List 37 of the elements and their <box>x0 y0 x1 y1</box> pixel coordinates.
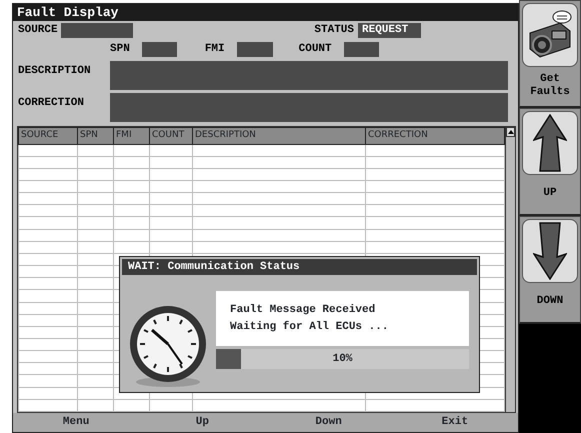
status-field[interactable]: REQUEST <box>358 23 421 38</box>
correction-label: CORRECTION <box>18 96 86 111</box>
column-header[interactable]: DESCRIPTION <box>192 128 366 144</box>
fmi-label: FMI <box>204 42 225 58</box>
description-label: DESCRIPTION <box>18 64 92 79</box>
column-header[interactable]: SOURCE <box>18 128 78 144</box>
function-key-label[interactable]: Menu <box>13 413 140 432</box>
count-label: COUNT <box>298 42 332 58</box>
spn-label: SPN <box>110 42 130 58</box>
source-label: SOURCE <box>18 23 58 38</box>
column-header[interactable]: CORRECTION <box>366 128 504 144</box>
correction-field[interactable] <box>110 93 508 122</box>
column-header[interactable]: COUNT <box>150 128 192 144</box>
scroll-up-button[interactable] <box>506 127 515 137</box>
up-button[interactable]: UP <box>519 108 581 216</box>
get-faults-button[interactable]: Get Faults <box>519 0 581 108</box>
scrollbar[interactable] <box>505 127 515 412</box>
message-text: Waiting for All ECUs ... <box>230 320 390 334</box>
fmi-field[interactable] <box>236 42 273 57</box>
count-field[interactable] <box>344 42 379 57</box>
window-title: Fault Display <box>13 4 518 21</box>
down-arrow-icon <box>533 222 567 280</box>
progress-percent: 10% <box>332 352 354 367</box>
source-field[interactable] <box>60 23 133 38</box>
spn-field[interactable] <box>142 42 177 57</box>
dialog-title: WAIT: Communication Status <box>122 259 477 275</box>
column-header[interactable]: SPN <box>78 128 114 144</box>
description-field[interactable] <box>110 61 508 90</box>
up-arrow-icon <box>533 114 567 172</box>
status-label: STATUS <box>314 23 354 38</box>
message-text: Fault Message Received <box>230 303 376 318</box>
column-header[interactable]: FMI <box>114 128 150 144</box>
up-arrow-icon <box>508 130 514 134</box>
function-key-label[interactable]: Exit <box>392 413 518 432</box>
down-button[interactable]: DOWN <box>519 216 581 324</box>
function-key-label[interactable]: Down <box>266 413 392 432</box>
function-key-label[interactable]: Up <box>139 413 266 432</box>
